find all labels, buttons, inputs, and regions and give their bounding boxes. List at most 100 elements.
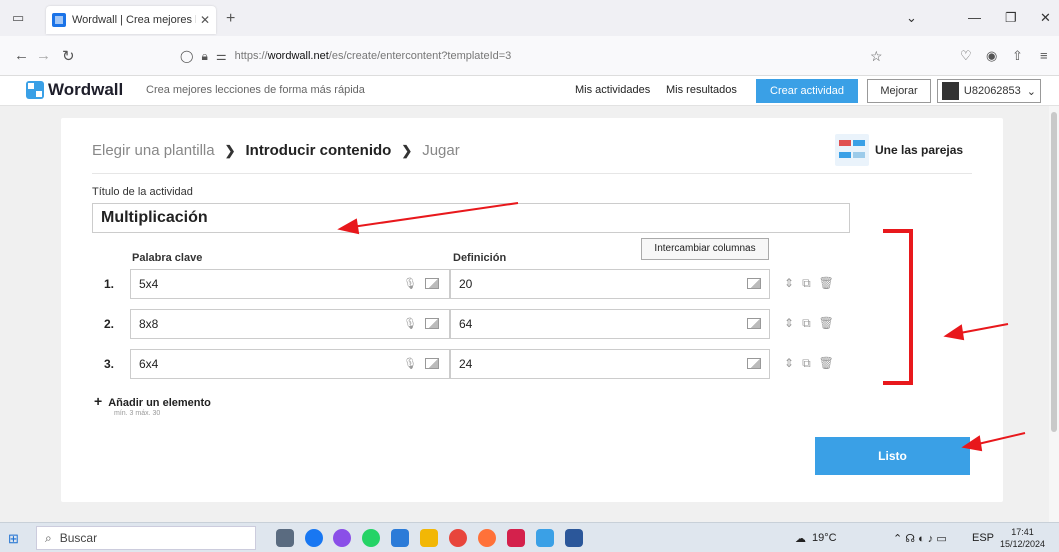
page-scrollbar[interactable] [1049, 106, 1059, 522]
image-icon[interactable] [747, 318, 761, 329]
task-view-icon[interactable] [276, 529, 294, 547]
avatar [942, 82, 959, 100]
reorder-icon[interactable]: ⇕ [784, 276, 802, 290]
microphone-icon[interactable]: 🎙︎ [403, 350, 417, 378]
image-icon[interactable] [747, 358, 761, 369]
language-indicator[interactable]: ESP [972, 532, 994, 544]
image-icon[interactable] [425, 278, 439, 289]
menu-icon[interactable]: ≡ [1040, 48, 1048, 63]
duplicate-icon[interactable]: ⧉ [802, 356, 819, 370]
my-results-link[interactable]: Mis resultados [666, 84, 737, 96]
definition-input[interactable]: 64 [450, 309, 770, 339]
tab-dropdown-icon[interactable]: ⌄ [906, 10, 917, 26]
restore-icon[interactable]: ❐ [1005, 10, 1017, 26]
word-icon[interactable] [565, 529, 583, 547]
scrollbar-thumb[interactable] [1051, 112, 1057, 432]
photos-icon[interactable] [536, 529, 554, 547]
definition-column-header: Definición [453, 252, 507, 264]
whatsapp-icon[interactable] [362, 529, 380, 547]
tagline: Crea mejores lecciones de forma más rápi… [146, 84, 365, 96]
browser-tab-bar: ▭ Wordwall | Crea mejores leccion ✕ + ⌄ … [0, 0, 1059, 36]
template-name: Une las parejas [875, 143, 964, 157]
windows-taskbar: ⊞ ⌕ Buscar ☁ 19°C ⌃ ☊ ◐ ♪ ▭ ESP 17:41 15… [0, 522, 1059, 552]
swap-columns-button[interactable]: Intercambiar columnas [641, 238, 769, 260]
messenger-icon[interactable] [333, 529, 351, 547]
back-icon[interactable]: ← [14, 47, 29, 64]
step-choose-template[interactable]: Elegir una plantilla [92, 142, 215, 159]
image-icon[interactable] [425, 358, 439, 369]
definition-input[interactable]: 20 [450, 269, 770, 299]
windows-start-icon[interactable]: ⊞ [8, 531, 19, 547]
site-header: Wordwall Crea mejores lecciones de forma… [0, 76, 1059, 106]
trash-icon[interactable]: 🗑︎ [819, 276, 842, 290]
list-item: 3. 6x4 🎙︎ 24 ⇕⧉🗑︎ [104, 349, 864, 379]
breadcrumb: Elegir una plantilla ❯ Introducir conten… [92, 142, 460, 159]
minimize-icon[interactable]: — [968, 10, 981, 25]
definition-input[interactable]: 24 [450, 349, 770, 379]
address-bar[interactable]: ◯ 🔒︎ ⚌ https://wordwall.net/es/create/en… [180, 42, 890, 70]
keyword-value: 6x4 [139, 357, 159, 371]
app-icon[interactable] [507, 529, 525, 547]
keyword-input[interactable]: 8x8 🎙︎ [130, 309, 450, 339]
browser-tab[interactable]: Wordwall | Crea mejores leccion ✕ [46, 6, 216, 34]
reorder-icon[interactable]: ⇕ [784, 356, 802, 370]
close-window-icon[interactable]: ✕ [1040, 10, 1051, 26]
forward-icon[interactable]: → [36, 47, 51, 64]
activity-title-input[interactable]: Multiplicación [92, 203, 850, 233]
image-icon[interactable] [747, 278, 761, 289]
add-item-button[interactable]: + Añadir un elemento [94, 393, 211, 409]
url-text: https://wordwall.net/es/create/entercont… [234, 50, 512, 62]
chevron-down-icon: ⌄ [1026, 85, 1036, 98]
plus-icon: + [94, 393, 103, 409]
keyword-input[interactable]: 5x4 🎙︎ [130, 269, 450, 299]
browser-toolbar: ← → ↻ ◯ 🔒︎ ⚌ https://wordwall.net/es/cre… [0, 36, 1059, 76]
duplicate-icon[interactable]: ⧉ [802, 276, 819, 290]
user-menu[interactable]: U82062853 ⌄ [937, 79, 1041, 103]
new-tab-button[interactable]: + [226, 10, 235, 28]
clock[interactable]: 17:41 15/12/2024 [1000, 526, 1045, 550]
my-activities-link[interactable]: Mis actividades [575, 84, 650, 96]
date: 15/12/2024 [1000, 539, 1046, 549]
bookmark-star-icon[interactable]: ☆ [870, 48, 883, 65]
extensions-icon[interactable]: ⇧ [1012, 48, 1023, 64]
wordwall-logo-icon [26, 81, 44, 99]
row-number: 2. [104, 317, 115, 331]
template-indicator[interactable]: Une las parejas [835, 134, 963, 166]
lock-icon: 🔒︎ [201, 48, 208, 63]
account-icon[interactable]: ◉ [986, 48, 997, 64]
trash-icon[interactable]: 🗑︎ [819, 316, 842, 330]
taskbar-search[interactable]: ⌕ Buscar [36, 526, 256, 550]
store-icon[interactable] [391, 529, 409, 547]
logo-text: Wordwall [48, 80, 124, 99]
wordwall-logo[interactable]: Wordwall [26, 80, 123, 100]
system-tray-icons[interactable]: ⌃ ☊ ◐ ♪ ▭ [893, 532, 947, 545]
definition-value: 20 [459, 277, 473, 291]
step-play: Jugar [422, 142, 460, 159]
tab-list-icon[interactable]: ▭ [12, 10, 24, 26]
firefox-icon[interactable] [478, 529, 496, 547]
upgrade-button[interactable]: Mejorar [867, 79, 931, 103]
reorder-icon[interactable]: ⇕ [784, 316, 802, 330]
weather-text[interactable]: 19°C [812, 532, 837, 544]
keyword-input[interactable]: 6x4 🎙︎ [130, 349, 450, 379]
pocket-icon[interactable]: ♡ [960, 48, 972, 64]
microphone-icon[interactable]: 🎙︎ [403, 310, 417, 338]
trash-icon[interactable]: 🗑︎ [819, 356, 842, 370]
min-max-hint: mín. 3 máx. 30 [114, 410, 161, 417]
close-tab-icon[interactable]: ✕ [200, 13, 210, 27]
microphone-icon[interactable]: 🎙︎ [403, 270, 417, 298]
facebook-icon[interactable] [305, 529, 323, 547]
image-icon[interactable] [425, 318, 439, 329]
weather-icon[interactable]: ☁ [795, 532, 806, 545]
add-item-label: Añadir un elemento [108, 397, 211, 409]
reload-icon[interactable]: ↻ [62, 47, 75, 65]
wordwall-favicon-icon [52, 13, 66, 27]
done-button[interactable]: Listo [815, 437, 970, 475]
list-item: 1. 5x4 🎙︎ 20 ⇕⧉🗑︎ [104, 269, 864, 299]
chevron-right-icon: ❯ [224, 142, 236, 158]
duplicate-icon[interactable]: ⧉ [802, 316, 819, 330]
tab-title: Wordwall | Crea mejores leccion [72, 14, 196, 26]
file-explorer-icon[interactable] [420, 529, 438, 547]
chrome-icon[interactable] [449, 529, 467, 547]
create-activity-button[interactable]: Crear actividad [756, 79, 858, 103]
